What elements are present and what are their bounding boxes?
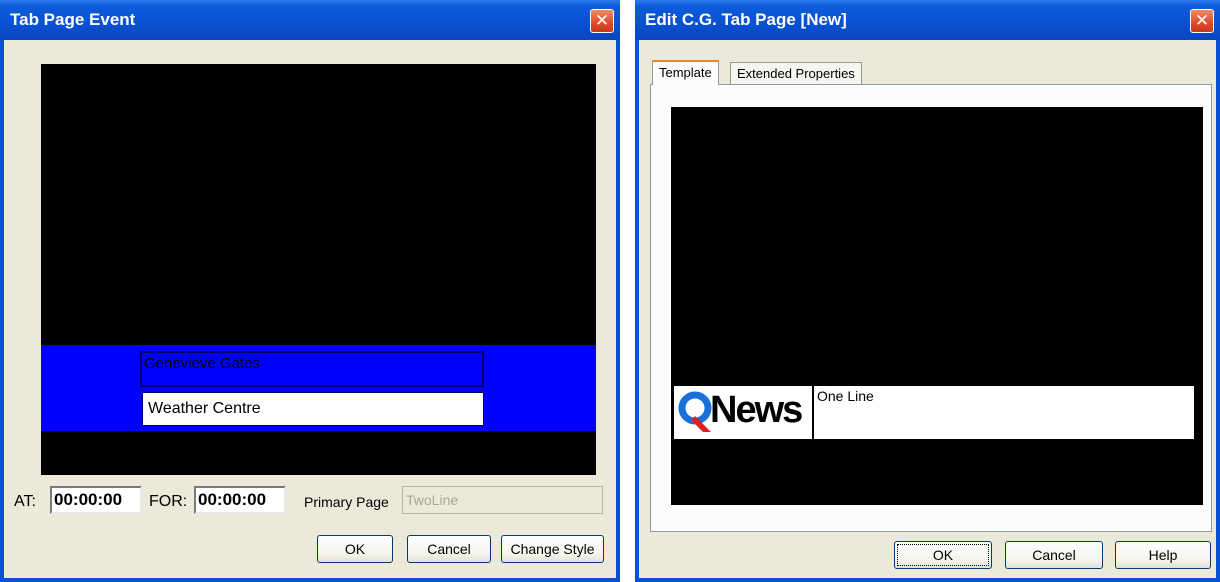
change-style-button[interactable]: Change Style [501,535,604,563]
preview-canvas: Genevieve Gates Weather Centre [41,64,596,475]
cancel-button[interactable]: Cancel [1005,541,1103,569]
for-time-field[interactable]: 00:00:00 [194,486,286,514]
preview-canvas: News One Line [671,107,1203,505]
lower-third-band: Genevieve Gates Weather Centre [41,345,596,431]
close-icon[interactable]: ✕ [590,9,614,33]
q-logo-icon [678,391,712,432]
window-title: Edit C.G. Tab Page [New] [645,10,847,29]
one-line-field[interactable]: One Line [817,388,874,404]
tab-panel: News One Line [650,84,1212,532]
at-time-field[interactable]: 00:00:00 [50,486,142,514]
close-icon[interactable]: ✕ [1190,9,1214,33]
name-line-field[interactable]: Genevieve Gates [140,351,484,387]
title-line-field[interactable]: Weather Centre [142,392,484,426]
ok-button[interactable]: OK [894,541,992,569]
window-title: Tab Page Event [10,10,136,29]
ok-button[interactable]: OK [317,535,393,563]
cancel-button[interactable]: Cancel [407,535,491,563]
title-bar: Edit C.G. Tab Page [New] ✕ [635,0,1220,40]
primary-page-field: TwoLine [402,486,603,514]
at-label: AT: [14,493,36,510]
edit-cg-tab-page-window: Edit C.G. Tab Page [New] ✕ Template Exte… [635,0,1220,582]
help-button[interactable]: Help [1115,541,1211,569]
tab-extended-properties[interactable]: Extended Properties [730,62,862,86]
tab-template[interactable]: Template [652,60,719,85]
lower-third-strip: News One Line [674,386,1194,439]
news-logo-text: News [710,389,803,431]
primary-page-label: Primary Page [304,494,389,510]
for-label: FOR: [149,493,188,510]
tab-page-event-window: Tab Page Event ✕ Genevieve Gates Weather… [0,0,620,582]
title-bar: Tab Page Event ✕ [0,0,620,40]
news-logo: News [674,386,814,439]
